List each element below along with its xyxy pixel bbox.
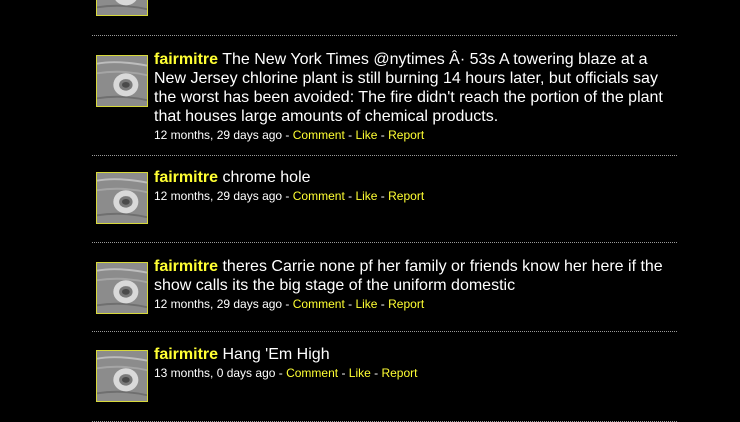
post-content: fairmitre theres Carrie none pf her fami… bbox=[154, 257, 669, 312]
separator: - bbox=[377, 189, 389, 203]
avatar[interactable] bbox=[96, 350, 148, 402]
comment-link[interactable]: Comment bbox=[286, 366, 338, 380]
post-item: fairmitre Hang 'Em High 13 months, 0 day… bbox=[92, 331, 677, 422]
user-avatar-photo-icon bbox=[97, 263, 147, 313]
post-meta: 12 months, 29 days ago - Comment - Like … bbox=[154, 297, 669, 312]
post-content: fairmitre Hang 'Em High 13 months, 0 day… bbox=[154, 345, 669, 381]
timestamp: 13 months, 0 days ago bbox=[154, 366, 276, 380]
user-avatar-photo-icon bbox=[97, 0, 147, 15]
post-text: chrome hole bbox=[222, 169, 311, 186]
user-avatar-photo-icon bbox=[97, 351, 147, 401]
report-link[interactable]: Report bbox=[388, 128, 424, 142]
timestamp: 12 months, 29 days ago bbox=[154, 189, 283, 203]
post-meta: 13 months, 0 days ago - Comment - Like -… bbox=[154, 366, 669, 381]
post-body: fairmitre chrome hole bbox=[154, 168, 669, 187]
post-text: theres Carrie none pf her family or frie… bbox=[154, 258, 663, 294]
separator: - bbox=[344, 189, 356, 203]
avatar-previous-post[interactable] bbox=[96, 0, 148, 16]
post-item: fairmitre The New York Times @nytimes Â·… bbox=[92, 35, 677, 156]
post-body: fairmitre theres Carrie none pf her fami… bbox=[154, 257, 669, 295]
avatar[interactable] bbox=[96, 55, 148, 107]
like-link[interactable]: Like bbox=[355, 297, 377, 311]
post-text: The New York Times @nytimes Â· 53s A tow… bbox=[154, 51, 663, 125]
timestamp: 12 months, 29 days ago bbox=[154, 128, 283, 142]
post-meta: 12 months, 29 days ago - Comment - Like … bbox=[154, 128, 669, 143]
separator: - bbox=[370, 366, 382, 380]
timestamp: 12 months, 29 days ago bbox=[154, 297, 283, 311]
user-avatar-photo-icon bbox=[97, 173, 147, 223]
username-link[interactable]: fairmitre bbox=[154, 169, 218, 186]
user-avatar-photo-icon bbox=[97, 56, 147, 106]
post-item: fairmitre chrome hole 12 months, 29 days… bbox=[92, 155, 677, 243]
report-link[interactable]: Report bbox=[388, 189, 424, 203]
post-item: fairmitre theres Carrie none pf her fami… bbox=[92, 242, 677, 332]
post-content: fairmitre chrome hole 12 months, 29 days… bbox=[154, 168, 669, 204]
post-content: fairmitre The New York Times @nytimes Â·… bbox=[154, 50, 669, 143]
username-link[interactable]: fairmitre bbox=[154, 258, 218, 275]
separator: - bbox=[275, 366, 287, 380]
report-link[interactable]: Report bbox=[381, 366, 417, 380]
comment-link[interactable]: Comment bbox=[293, 189, 345, 203]
separator: - bbox=[377, 297, 389, 311]
separator: - bbox=[344, 128, 356, 142]
post-text: Hang 'Em High bbox=[222, 346, 330, 363]
avatar[interactable] bbox=[96, 172, 148, 224]
separator: - bbox=[282, 128, 293, 142]
post-meta: 12 months, 29 days ago - Comment - Like … bbox=[154, 189, 669, 204]
like-link[interactable]: Like bbox=[355, 128, 377, 142]
like-link[interactable]: Like bbox=[349, 366, 371, 380]
separator: - bbox=[282, 297, 293, 311]
like-link[interactable]: Like bbox=[355, 189, 377, 203]
post-body: fairmitre The New York Times @nytimes Â·… bbox=[154, 50, 669, 126]
username-link[interactable]: fairmitre bbox=[154, 346, 218, 363]
post-body: fairmitre Hang 'Em High bbox=[154, 345, 669, 364]
separator: - bbox=[282, 189, 293, 203]
report-link[interactable]: Report bbox=[388, 297, 424, 311]
comment-link[interactable]: Comment bbox=[293, 128, 345, 142]
separator: - bbox=[338, 366, 349, 380]
separator: - bbox=[377, 128, 389, 142]
avatar[interactable] bbox=[96, 262, 148, 314]
username-link[interactable]: fairmitre bbox=[154, 51, 218, 68]
comment-link[interactable]: Comment bbox=[293, 297, 345, 311]
separator: - bbox=[344, 297, 356, 311]
